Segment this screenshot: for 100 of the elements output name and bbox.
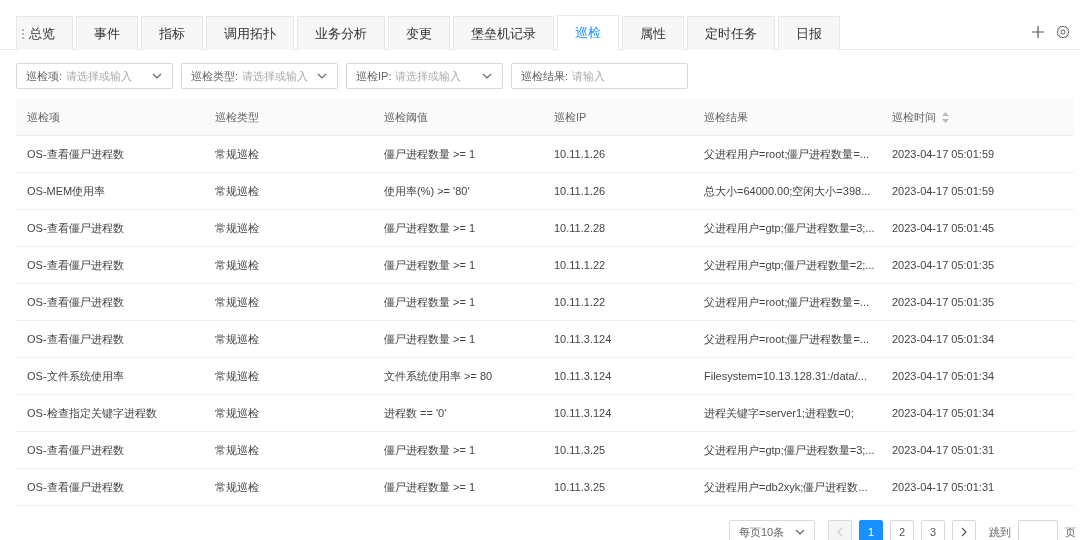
column-header: 巡检阈值 — [373, 99, 543, 136]
table-cell: OS-查看僵尸进程数 — [16, 246, 204, 284]
table-cell: 10.11.1.22 — [543, 246, 693, 284]
table-cell: 进程关键字=server1;进程数=0; — [693, 394, 881, 432]
filter-select[interactable]: 巡检IP: 请选择或输入 — [346, 63, 503, 89]
column-header[interactable]: 巡检时间 — [881, 99, 1074, 136]
table-cell: 2023-04-17 05:01:45 — [881, 209, 1074, 247]
chevron-left-icon — [837, 527, 843, 537]
tab[interactable]: 事件 — [76, 16, 138, 50]
table-cell: 父进程用户=root;僵尸进程数量=... — [693, 320, 881, 358]
table-cell: 常规巡检 — [204, 246, 373, 284]
table-cell: OS-查看僵尸进程数 — [16, 209, 204, 247]
filter-select[interactable]: 巡检项: 请选择或输入 — [16, 63, 173, 89]
table-cell: 僵尸进程数量 >= 1 — [373, 468, 543, 506]
table-cell: 2023-04-17 05:01:59 — [881, 135, 1074, 173]
table-cell: 10.11.3.25 — [543, 468, 693, 506]
filter-input[interactable]: 巡检结果: 请输入 — [511, 63, 688, 89]
table-cell: 2023-04-17 05:01:31 — [881, 468, 1074, 506]
table-cell: 10.11.1.26 — [543, 135, 693, 173]
table-cell: 2023-04-17 05:01:35 — [881, 283, 1074, 321]
page-button[interactable]: 2 — [890, 520, 914, 540]
tab[interactable]: 总览 — [16, 16, 73, 50]
table-cell: 10.11.2.28 — [543, 209, 693, 247]
table-cell: OS-查看僵尸进程数 — [16, 283, 204, 321]
table-cell: OS-文件系统使用率 — [16, 357, 204, 395]
table-cell: OS-查看僵尸进程数 — [16, 431, 204, 469]
table-cell: 僵尸进程数量 >= 1 — [373, 320, 543, 358]
table-cell: 10.11.3.124 — [543, 320, 693, 358]
settings-icon[interactable] — [1056, 25, 1070, 39]
table-cell: 僵尸进程数量 >= 1 — [373, 135, 543, 173]
table-cell: 常规巡检 — [204, 357, 373, 395]
table-cell: 2023-04-17 05:01:59 — [881, 172, 1074, 210]
table-cell: 2023-04-17 05:01:35 — [881, 246, 1074, 284]
page-suffix: 页 — [1065, 524, 1076, 540]
table-cell: 总大小=64000.00;空闲大小=398... — [693, 172, 881, 210]
table-cell: 2023-04-17 05:01:31 — [881, 431, 1074, 469]
tab[interactable]: 指标 — [141, 16, 203, 50]
filter-label: 巡检项: — [26, 68, 63, 84]
chevron-down-icon — [152, 73, 162, 79]
table-cell: 常规巡检 — [204, 172, 373, 210]
tab[interactable]: 调用拓扑 — [206, 16, 294, 50]
table-cell: 父进程用户=root;僵尸进程数量=... — [693, 283, 881, 321]
filter-select[interactable]: 巡检类型: 请选择或输入 — [181, 63, 338, 89]
table-cell: 父进程用户=db2xyk;僵尸进程数... — [693, 468, 881, 506]
table-cell: 使用率(%) >= '80' — [373, 172, 543, 210]
table-cell: 常规巡检 — [204, 468, 373, 506]
tab[interactable]: 变更 — [388, 16, 450, 50]
table-cell: 僵尸进程数量 >= 1 — [373, 431, 543, 469]
table-cell: 僵尸进程数量 >= 1 — [373, 283, 543, 321]
page-jump-input[interactable] — [1018, 520, 1058, 540]
page-size-select[interactable]: 每页10条 — [729, 520, 815, 540]
plus-icon[interactable] — [1032, 26, 1044, 38]
table-cell: OS-查看僵尸进程数 — [16, 468, 204, 506]
table-cell: 10.11.3.124 — [543, 394, 693, 432]
table-cell: 僵尸进程数量 >= 1 — [373, 246, 543, 284]
drag-handle-icon — [21, 27, 25, 40]
table-cell: 10.11.3.124 — [543, 357, 693, 395]
table-cell: Filesystem=10.13.128.31:/data/... — [693, 357, 881, 395]
tab[interactable]: 业务分析 — [297, 16, 385, 50]
chevron-down-icon — [317, 73, 327, 79]
tab[interactable]: 定时任务 — [687, 16, 775, 50]
sort-icon[interactable] — [942, 111, 949, 123]
table-cell: 2023-04-17 05:01:34 — [881, 320, 1074, 358]
table-cell: 僵尸进程数量 >= 1 — [373, 209, 543, 247]
table-cell: 父进程用户=gtp;僵尸进程数量=3;... — [693, 209, 881, 247]
table-cell: OS-查看僵尸进程数 — [16, 135, 204, 173]
column-header: 巡检IP — [543, 99, 693, 136]
table-cell: 常规巡检 — [204, 394, 373, 432]
table-cell: 父进程用户=gtp;僵尸进程数量=3;... — [693, 431, 881, 469]
column-header: 巡检类型 — [204, 99, 373, 136]
tab[interactable]: 日报 — [778, 16, 840, 50]
filter-label: 巡检结果: — [521, 68, 569, 84]
chevron-right-icon — [961, 527, 967, 537]
table-cell: OS-检查指定关键字进程数 — [16, 394, 204, 432]
table-cell: 父进程用户=root;僵尸进程数量=... — [693, 135, 881, 173]
table-cell: 10.11.3.25 — [543, 431, 693, 469]
table-cell: 常规巡检 — [204, 431, 373, 469]
table-cell: 常规巡检 — [204, 283, 373, 321]
table-cell: 常规巡检 — [204, 320, 373, 358]
table-cell: 父进程用户=gtp;僵尸进程数量=2;... — [693, 246, 881, 284]
column-header: 巡检项 — [16, 99, 204, 136]
next-page-button[interactable] — [952, 520, 976, 540]
table-cell: OS-查看僵尸进程数 — [16, 320, 204, 358]
table-cell: 进程数 == '0' — [373, 394, 543, 432]
table-cell: 10.11.1.26 — [543, 172, 693, 210]
filter-label: 巡检类型: — [191, 68, 239, 84]
table-cell: 常规巡检 — [204, 135, 373, 173]
table-cell: 文件系统使用率 >= 80 — [373, 357, 543, 395]
table-cell: OS-MEM使用率 — [16, 172, 204, 210]
column-header: 巡检结果 — [693, 99, 881, 136]
tab[interactable]: 堡垒机记录 — [453, 16, 554, 50]
chevron-down-icon — [795, 529, 805, 535]
filter-label: 巡检IP: — [356, 68, 392, 84]
page-button[interactable]: 3 — [921, 520, 945, 540]
table-cell: 2023-04-17 05:01:34 — [881, 394, 1074, 432]
jump-label: 跳到 — [989, 524, 1011, 540]
table-cell: 2023-04-17 05:01:34 — [881, 357, 1074, 395]
chevron-down-icon — [482, 73, 492, 79]
table-cell: 10.11.1.22 — [543, 283, 693, 321]
tab[interactable]: 属性 — [622, 16, 684, 50]
